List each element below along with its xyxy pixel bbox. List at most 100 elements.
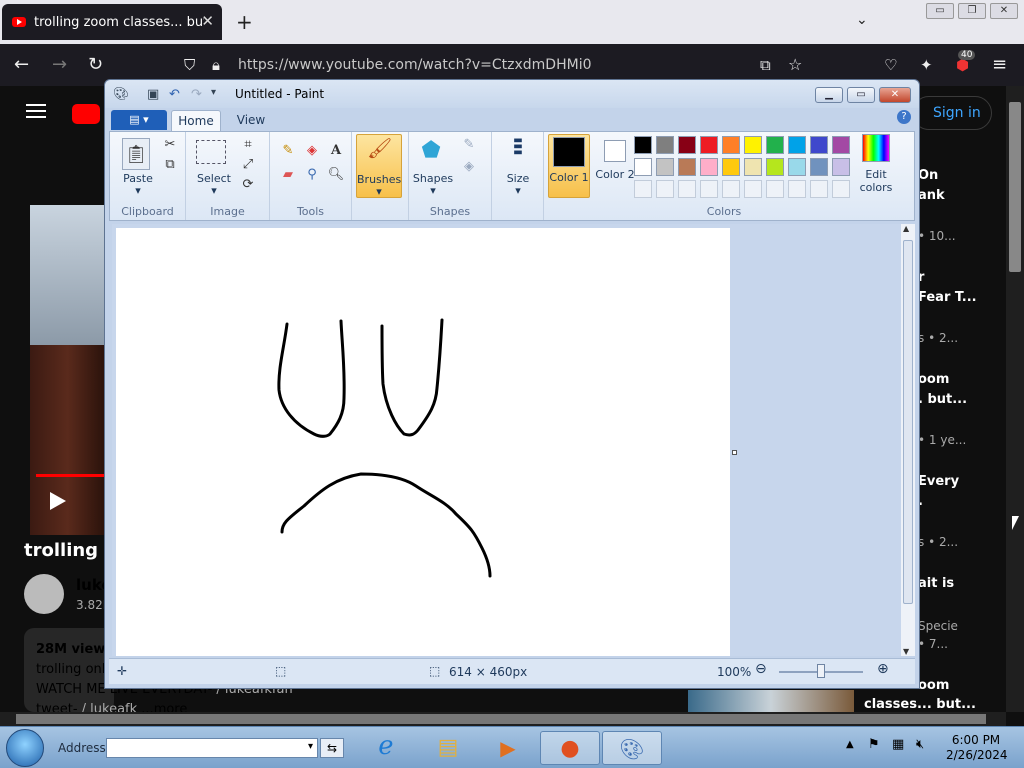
side-video-title[interactable]: ait is <box>918 576 954 591</box>
reload-icon[interactable]: ↻ <box>88 54 103 75</box>
zoom-slider-thumb[interactable] <box>817 664 825 678</box>
scrollbar-thumb[interactable] <box>16 714 986 724</box>
media-player-icon[interactable]: ▶ <box>478 731 538 765</box>
palette-swatch[interactable] <box>700 136 718 154</box>
network-icon[interactable]: ▦ <box>892 737 904 752</box>
side-video-title[interactable]: classes... but... <box>864 697 976 712</box>
magnifier-icon[interactable]: 🔍︎ <box>326 166 346 184</box>
extensions-icon[interactable]: ✦ <box>920 56 933 74</box>
palette-swatch[interactable] <box>656 180 674 198</box>
side-video-title[interactable]: ank <box>918 188 945 203</box>
page-horizontal-scrollbar[interactable] <box>0 712 1006 726</box>
save-icon[interactable]: ▣ <box>147 87 159 102</box>
size-dropdown-icon[interactable]: ▾ <box>496 184 540 197</box>
palette-swatch[interactable] <box>810 136 828 154</box>
palette-swatch[interactable] <box>678 180 696 198</box>
palette-swatch[interactable] <box>700 158 718 176</box>
zoom-in-icon[interactable]: ⊕ <box>877 661 889 677</box>
palette-swatch[interactable] <box>766 136 784 154</box>
restore-icon[interactable]: ❐ <box>958 3 986 19</box>
resize-icon[interactable]: ⤢ <box>238 156 258 174</box>
side-video-title[interactable]: Every <box>918 474 959 489</box>
fill-shape-icon[interactable]: ◈ <box>459 158 479 176</box>
copy-icon[interactable]: ⧉ <box>160 156 180 174</box>
color1-button[interactable]: Color 1 <box>548 134 590 198</box>
scroll-up-icon[interactable]: ▲ <box>903 224 909 233</box>
palette-swatch[interactable] <box>832 136 850 154</box>
youtube-logo-icon[interactable] <box>72 104 100 124</box>
url-text[interactable]: https://www.youtube.com/watch?v=CtzxdmDH… <box>238 57 592 73</box>
tab-home[interactable]: Home <box>171 110 221 132</box>
video-progress-bar[interactable] <box>36 474 106 477</box>
volume-muted-icon[interactable]: 🔇︎ <box>916 737 924 752</box>
video-description[interactable]: 28M views trolling onl WATCH ME LIVE EVE… <box>24 628 293 717</box>
paint-title-bar[interactable]: 🎨︎ ▣ ↶ ↷ ▾ Untitled - Paint ▁ ▭ ✕ <box>105 80 919 108</box>
address-dropdown-icon[interactable]: ▾ <box>308 741 313 752</box>
pencil-icon[interactable]: ✎ <box>278 142 298 160</box>
undo-icon[interactable]: ↶ <box>169 87 180 102</box>
help-icon[interactable]: ? <box>897 110 911 124</box>
channel-avatar[interactable] <box>24 574 64 614</box>
palette-swatch[interactable] <box>810 158 828 176</box>
firefox-taskbar-icon[interactable]: ● <box>540 731 600 765</box>
palette-swatch[interactable] <box>766 180 784 198</box>
size-icon[interactable]: ▬ ▬ ▬ <box>502 136 534 162</box>
palette-swatch[interactable] <box>744 180 762 198</box>
close-window-icon[interactable]: ✕ <box>990 3 1018 19</box>
text-icon[interactable]: A <box>326 142 346 160</box>
palette-swatch[interactable] <box>700 180 718 198</box>
palette-swatch[interactable] <box>722 180 740 198</box>
brushes-button[interactable]: 🖌︎ Brushes ▾ <box>356 134 402 198</box>
shapes-dropdown-icon[interactable]: ▾ <box>411 184 455 197</box>
palette-swatch[interactable] <box>744 136 762 154</box>
palette-swatch[interactable] <box>788 136 806 154</box>
play-icon[interactable] <box>50 492 66 510</box>
side-video-title[interactable]: oom <box>918 678 949 693</box>
side-video-title[interactable]: On <box>918 168 938 183</box>
crop-icon[interactable]: ⌗ <box>238 136 258 154</box>
palette-swatch[interactable] <box>634 180 652 198</box>
canvas-vertical-scrollbar[interactable]: ▲ ▼ <box>901 224 915 656</box>
edit-colors-icon[interactable] <box>862 134 890 162</box>
address-input[interactable]: ▾ <box>106 738 318 758</box>
palette-swatch[interactable] <box>634 136 652 154</box>
palette-swatch[interactable] <box>678 158 696 176</box>
address-go-icon[interactable]: ⇆ <box>320 738 344 758</box>
color2-swatch[interactable] <box>604 140 626 162</box>
palette-swatch[interactable] <box>722 136 740 154</box>
palette-swatch[interactable] <box>810 180 828 198</box>
reader-view-icon[interactable]: ⧉ <box>760 56 771 74</box>
video-player[interactable] <box>30 205 105 535</box>
browser-tab[interactable]: trolling zoom classes... but i "fo ✕ <box>2 4 222 40</box>
back-icon[interactable]: ← <box>14 54 29 75</box>
scrollbar-thumb[interactable] <box>1009 102 1021 272</box>
eraser-icon[interactable]: ▰ <box>278 166 298 184</box>
palette-swatch[interactable] <box>788 158 806 176</box>
palette-swatch[interactable] <box>832 180 850 198</box>
fill-icon[interactable]: ◈ <box>302 142 322 160</box>
new-tab-icon[interactable]: + <box>236 10 253 34</box>
palette-swatch[interactable] <box>788 180 806 198</box>
paint-maximize-button[interactable]: ▭ <box>847 87 875 103</box>
paint-taskbar-icon[interactable]: 🎨︎ <box>602 731 662 765</box>
side-video-title[interactable]: oom <box>918 372 949 387</box>
bookmark-star-icon[interactable]: ☆ <box>788 55 802 74</box>
action-center-flag-icon[interactable]: ⚑ <box>868 737 880 752</box>
paint-file-menu-button[interactable]: ▤ ▾ <box>111 110 167 130</box>
side-video-title[interactable]: . but... <box>918 392 967 407</box>
palette-swatch[interactable] <box>766 158 784 176</box>
paste-dropdown-icon[interactable]: ▾ <box>118 184 158 197</box>
edit-colors-button[interactable]: Edit colors <box>854 168 898 194</box>
shapes-icon[interactable]: ⬟ <box>417 136 445 166</box>
menu-icon[interactable]: ≡ <box>992 54 1007 75</box>
palette-swatch[interactable] <box>656 158 674 176</box>
tab-view[interactable]: View <box>229 110 273 132</box>
palette-swatch[interactable] <box>634 158 652 176</box>
redo-icon[interactable]: ↷ <box>191 87 202 102</box>
canvas-resize-handle[interactable] <box>732 450 737 455</box>
palette-swatch[interactable] <box>656 136 674 154</box>
drawing-canvas[interactable] <box>116 228 730 656</box>
internet-explorer-icon[interactable]: ℯ <box>356 731 416 765</box>
palette-swatch[interactable] <box>722 158 740 176</box>
side-video-title[interactable]: Fear T... <box>918 290 977 305</box>
